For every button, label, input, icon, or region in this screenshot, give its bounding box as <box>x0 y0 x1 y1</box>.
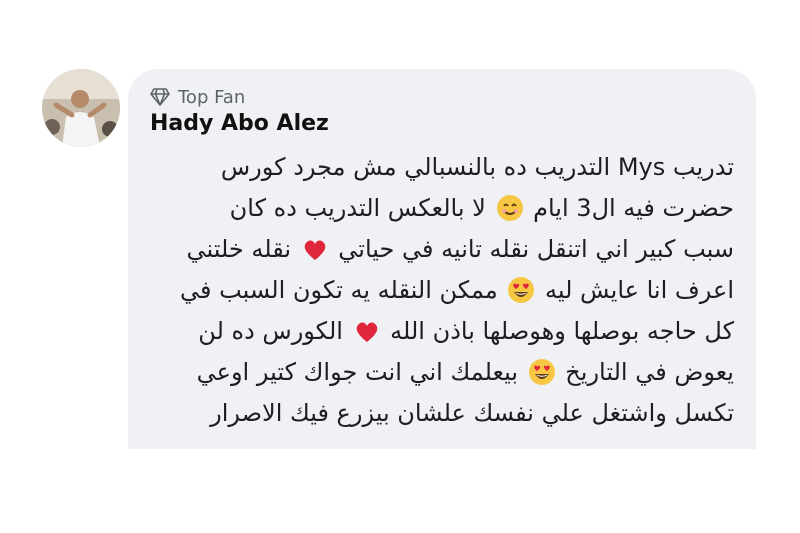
comment-text-segment: تدريب Mys التدريب ده بالنسبالي مش مجرد ك… <box>220 153 734 181</box>
comment-line: سبب كبير اني اتنقل نقله تانيه في حياتي ن… <box>144 229 735 270</box>
comment-text-segment: كل حاجه بوصلها وهوصلها باذن الله <box>382 317 734 345</box>
comment-bubble: Top Fan Hady Abo Alez تدريب Mys التدريب … <box>128 69 756 449</box>
comment-text-segment: الكورس ده لن <box>198 317 351 345</box>
profile-photo <box>42 69 120 147</box>
top-fan-badge[interactable]: Top Fan <box>150 85 245 109</box>
comment-line: تدريب Mys التدريب ده بالنسبالي مش مجرد ك… <box>144 147 734 188</box>
comment-line: اعرف انا عايش ليه ممكن النقله يه تكون ال… <box>144 270 734 311</box>
red-heart-icon <box>353 317 381 345</box>
comment-text-segment: سبب كبير اني اتنقل نقله تانيه في حياتي <box>330 235 734 263</box>
comment-text-segment: تكسل واشتغل علي نفسك علشان بيزرع فيك الا… <box>210 399 734 427</box>
comment-text: تدريب Mys التدريب ده بالنسبالي مش مجرد ك… <box>144 147 734 434</box>
smiling-face-icon <box>496 194 524 222</box>
heart-eyes-icon <box>507 276 535 304</box>
red-heart-icon <box>301 235 329 263</box>
comment-text-segment: نقله خلتني <box>186 235 299 263</box>
badge-label: Top Fan <box>178 86 246 108</box>
comment-line: تكسل واشتغل علي نفسك علشان بيزرع فيك الا… <box>144 393 734 434</box>
author-name[interactable]: Hady Abo Alez <box>150 111 329 136</box>
comment-line: كل حاجه بوصلها وهوصلها باذن الله الكورس … <box>144 311 734 352</box>
comment-text-segment: يعوض في التاريخ <box>557 358 734 386</box>
bubble-cutoff <box>128 439 756 449</box>
comment-line: يعوض في التاريخ بيعلمك اني انت جواك كتير… <box>144 352 734 393</box>
comment-text-segment: اعرف انا عايش ليه <box>537 276 734 304</box>
comment-text-segment: حضرت فيه ال3 ايام <box>525 194 734 222</box>
diamond-icon <box>150 88 170 106</box>
comment-text-segment: لا بالعكس التدريب ده كان <box>229 194 494 222</box>
comment-text-segment: بيعلمك اني انت جواك كتير اوعي <box>196 358 526 386</box>
heart-eyes-icon <box>528 358 556 386</box>
comment-line: حضرت فيه ال3 ايام لا بالعكس التدريب ده ك… <box>144 188 734 229</box>
avatar[interactable] <box>42 69 120 147</box>
comment-text-segment: ممكن النقله يه تكون السبب في <box>179 276 506 304</box>
